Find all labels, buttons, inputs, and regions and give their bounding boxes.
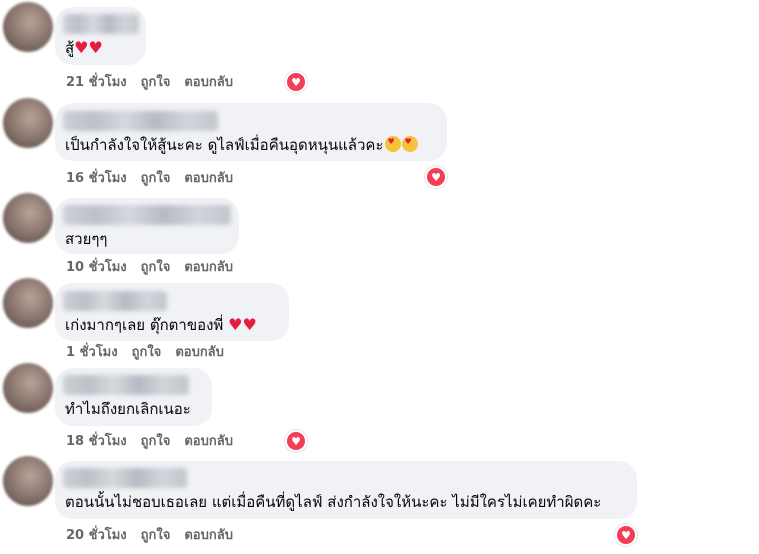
- comment-bubble: สู้♥♥: [55, 7, 146, 65]
- comment-meta: 21 ชั่วโมง ถูกใจ ตอบกลับ: [66, 75, 247, 91]
- love-reaction-icon[interactable]: ♥: [285, 71, 307, 93]
- reply-button[interactable]: ตอบกลับ: [184, 75, 233, 91]
- comment-text: ทำไมถึงยกเลิกเนอะ: [65, 399, 191, 419]
- comment-text: เก่งมากๆเลย ตุ๊กตาของพี่ ♥♥: [65, 315, 257, 335]
- comment-timestamp[interactable]: 21 ชั่วโมง: [66, 75, 127, 91]
- avatar[interactable]: [3, 278, 53, 328]
- comment-timestamp[interactable]: 1 ชั่วโมง: [66, 345, 118, 361]
- commenter-name[interactable]: [63, 14, 139, 34]
- comment-text: ตอนนั้นไม่ชอบเธอเลย แต่เมื่อคืนที่ดูไลฟ์…: [65, 492, 601, 512]
- avatar[interactable]: [3, 2, 53, 52]
- commenter-name[interactable]: [63, 205, 231, 225]
- heart-emoji-icon: ♥♥: [228, 315, 257, 334]
- love-reaction-icon[interactable]: ♥: [425, 166, 447, 188]
- like-button[interactable]: ถูกใจ: [141, 260, 171, 276]
- comment-bubble: เป็นกำลังใจให้สู้นะคะ ดูไลฟ์เมื่อคืนอุดห…: [55, 103, 447, 161]
- avatar[interactable]: [3, 456, 53, 506]
- comment-timestamp[interactable]: 10 ชั่วโมง: [66, 260, 127, 276]
- comments-panel: สู้♥♥ 21 ชั่วโมง ถูกใจ ตอบกลับ ♥ เป็นกำลัง…: [0, 0, 759, 554]
- comment-text: สวยๆๆ: [65, 229, 107, 249]
- avatar[interactable]: [3, 98, 53, 148]
- avatar[interactable]: [3, 363, 53, 413]
- comment-body: ตอนนั้นไม่ชอบเธอเลย แต่เมื่อคืนที่ดูไลฟ์…: [65, 493, 602, 511]
- commenter-name[interactable]: [63, 468, 187, 488]
- comment-bubble: ทำไมถึงยกเลิกเนอะ: [55, 368, 212, 426]
- smiling-face-hearts-icon: [401, 136, 418, 152]
- love-reaction-icon[interactable]: ♥: [615, 524, 637, 546]
- comment-body: เป็นกำลังใจให้สู้นะคะ ดูไลฟ์เมื่อคืนอุดห…: [65, 136, 384, 154]
- like-button[interactable]: ถูกใจ: [141, 528, 171, 544]
- smiling-face-hearts-icon: [384, 136, 401, 152]
- comment-bubble: เก่งมากๆเลย ตุ๊กตาของพี่ ♥♥: [55, 283, 289, 341]
- comment-meta: 10 ชั่วโมง ถูกใจ ตอบกลับ: [66, 260, 247, 276]
- comment-meta: 18 ชั่วโมง ถูกใจ ตอบกลับ: [66, 434, 247, 450]
- like-button[interactable]: ถูกใจ: [132, 345, 162, 361]
- comment-timestamp[interactable]: 16 ชั่วโมง: [66, 171, 127, 187]
- comment-meta: 1 ชั่วโมง ถูกใจ ตอบกลับ: [66, 345, 238, 361]
- like-button[interactable]: ถูกใจ: [141, 171, 171, 187]
- avatar[interactable]: [3, 193, 53, 243]
- like-button[interactable]: ถูกใจ: [141, 434, 171, 450]
- reply-button[interactable]: ตอบกลับ: [184, 171, 233, 187]
- reply-button[interactable]: ตอบกลับ: [184, 528, 233, 544]
- commenter-name[interactable]: [63, 111, 218, 131]
- comment-body: เก่งมากๆเลย ตุ๊กตาของพี่: [65, 316, 229, 334]
- commenter-name[interactable]: [63, 291, 167, 311]
- comment-text: เป็นกำลังใจให้สู้นะคะ ดูไลฟ์เมื่อคืนอุดห…: [65, 135, 418, 155]
- love-reaction-icon[interactable]: ♥: [285, 430, 307, 452]
- comment-meta: 20 ชั่วโมง ถูกใจ ตอบกลับ: [66, 528, 247, 544]
- reply-button[interactable]: ตอบกลับ: [184, 260, 233, 276]
- like-button[interactable]: ถูกใจ: [141, 75, 171, 91]
- comment-body: ทำไมถึงยกเลิกเนอะ: [65, 400, 191, 418]
- comment-body: สวยๆๆ: [65, 230, 108, 248]
- comment-body: สู้: [65, 39, 75, 57]
- comment-text: สู้♥♥: [65, 38, 103, 58]
- comment-bubble: สวยๆๆ: [55, 198, 239, 254]
- heart-emoji-icon: ♥♥: [74, 38, 103, 57]
- comment-meta: 16 ชั่วโมง ถูกใจ ตอบกลับ: [66, 171, 247, 187]
- reply-button[interactable]: ตอบกลับ: [175, 345, 224, 361]
- comment-bubble: ตอนนั้นไม่ชอบเธอเลย แต่เมื่อคืนที่ดูไลฟ์…: [55, 461, 637, 519]
- comment-timestamp[interactable]: 20 ชั่วโมง: [66, 528, 127, 544]
- commenter-name[interactable]: [63, 375, 189, 395]
- comment-timestamp[interactable]: 18 ชั่วโมง: [66, 434, 127, 450]
- reply-button[interactable]: ตอบกลับ: [184, 434, 233, 450]
